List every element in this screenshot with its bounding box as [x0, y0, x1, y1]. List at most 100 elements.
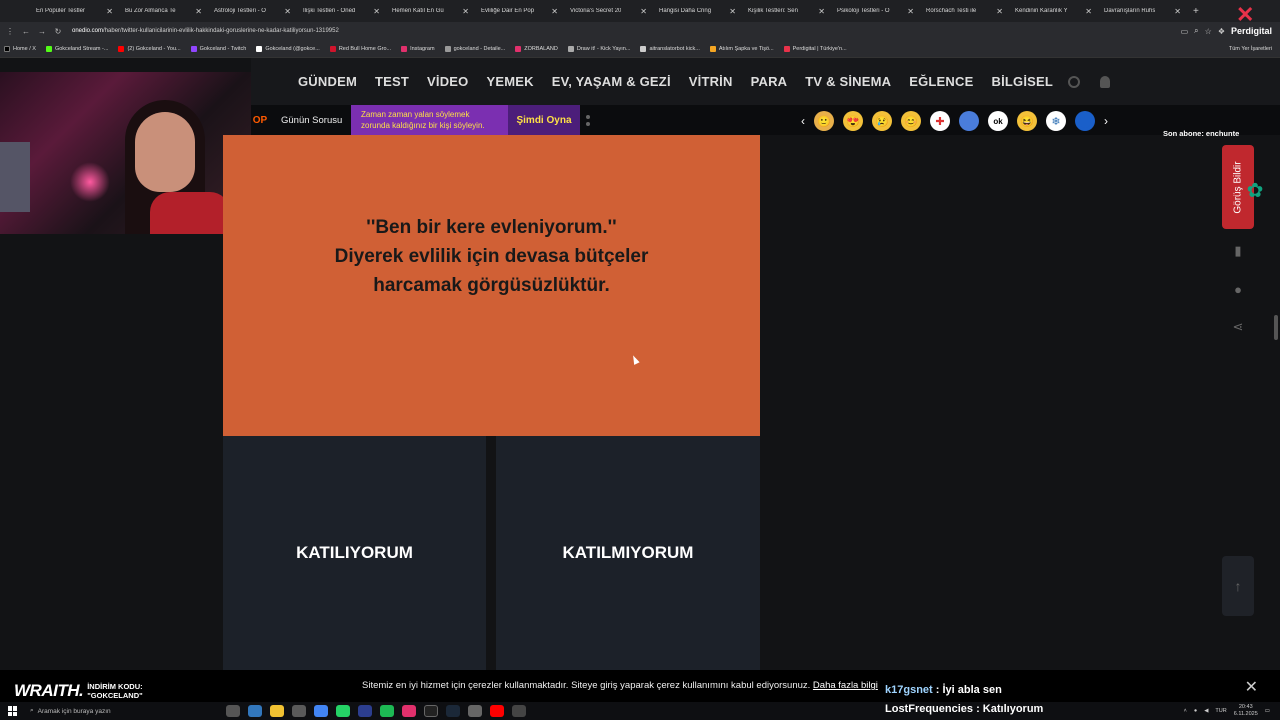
reaction-icon[interactable]: 😊 [901, 111, 921, 131]
reaction-icon[interactable]: 😢 [872, 111, 892, 131]
bookmark[interactable]: Atılım Şapka ve Tişö... [709, 45, 774, 52]
apps-icon[interactable]: ⋮ [4, 27, 16, 36]
bookmark-icon[interactable]: ▮ [1222, 235, 1254, 267]
browser-tab[interactable]: Kişilik Testleri: Sen ✕ [742, 0, 831, 22]
bookmark[interactable]: Perdigital | Türkiye'n... [783, 45, 847, 52]
close-icon[interactable]: ✕ [907, 7, 914, 16]
reaction-icon[interactable]: 😆 [1017, 111, 1037, 131]
chatgpt-icon[interactable]: ✿ [1242, 178, 1268, 204]
browser-tab[interactable]: Kendinin Karanlık Y ✕ [1009, 0, 1098, 22]
browser-tab[interactable]: Hangisi Daha Cring ✕ [653, 0, 742, 22]
browser-tab[interactable]: Bu Zor Almanca Te ✕ [119, 0, 208, 22]
nav-item-vitrin[interactable]: VİTRİN [689, 74, 733, 89]
close-icon[interactable]: ✕ [1174, 7, 1181, 16]
back-icon[interactable]: ← [20, 27, 32, 36]
close-icon[interactable]: ✕ [996, 7, 1003, 16]
quiz-question[interactable]: Zaman zaman yalan söylemek zorunda kaldı… [351, 105, 508, 135]
app-icon[interactable] [292, 705, 306, 717]
close-icon[interactable]: ✕ [1245, 677, 1258, 697]
app-icon[interactable] [248, 705, 262, 717]
chevron-up-icon[interactable]: ˄ [1184, 708, 1187, 714]
comments-icon[interactable]: ● [1222, 273, 1254, 305]
browser-tab[interactable]: İlişki Testleri - Oned ✕ [297, 0, 386, 22]
browser-tab[interactable]: Psikoloji Testleri - O ✕ [831, 0, 920, 22]
user-icon[interactable] [1100, 75, 1110, 88]
notification-icon[interactable]: ▭ [1265, 708, 1270, 714]
carousel-dots[interactable] [586, 114, 590, 126]
reaction-icon[interactable]: 😍 [843, 111, 863, 131]
url-field[interactable]: onedio.com/haber/twitter-kullanicilarini… [72, 28, 339, 34]
spotify-icon[interactable] [380, 705, 394, 717]
volume-icon[interactable]: ◀ [1204, 708, 1208, 714]
scroll-top-button[interactable]: ↑ [1222, 556, 1254, 616]
clock[interactable]: 20:43 6.11.2025 [1234, 704, 1258, 718]
taskbar-search[interactable]: ⌕ Aramak için buraya yazın [30, 704, 190, 718]
start-icon[interactable] [8, 706, 18, 716]
star-icon[interactable]: ☆ [1205, 27, 1212, 36]
bookmark[interactable]: Gokceland - Twitch [190, 45, 246, 52]
nav-item-gundem[interactable]: GÜNDEM [298, 74, 357, 89]
close-icon[interactable]: ✕ [462, 7, 469, 16]
profile-label[interactable]: Perdigital [1231, 26, 1272, 36]
scrollbar[interactable] [1274, 315, 1278, 340]
close-icon[interactable]: ✕ [106, 7, 113, 16]
nav-item-para[interactable]: PARA [751, 74, 788, 89]
reaction-icon[interactable]: ok [988, 111, 1008, 131]
mic-icon[interactable]: ● [1194, 708, 1197, 714]
browser-tab[interactable]: Evliliğe Dair En Pop ✕ [475, 0, 564, 22]
nav-item-eglence[interactable]: EĞLENCE [909, 74, 973, 89]
nav-item-bilgisel[interactable]: BİLGİSEL [991, 74, 1053, 89]
close-icon[interactable]: ✕ [373, 7, 380, 16]
bookmark[interactable]: gokceland - Detaile... [444, 45, 505, 52]
close-icon[interactable]: ✕ [1085, 7, 1092, 16]
bookmark[interactable]: Red Bull Home Gro... [329, 45, 391, 52]
close-icon[interactable]: ✕ [818, 7, 825, 16]
nav-item-tv-sinema[interactable]: TV & SİNEMA [805, 74, 891, 89]
chevron-left-icon[interactable]: ‹ [801, 114, 805, 128]
instagram-icon[interactable] [402, 705, 416, 717]
tiktok-icon[interactable] [424, 705, 438, 717]
bookmark[interactable]: Instagram [401, 45, 435, 52]
bookmark[interactable]: Home / X [4, 45, 36, 52]
photoshop-icon[interactable] [358, 705, 372, 717]
app-icon[interactable] [468, 705, 482, 717]
steam-icon[interactable] [446, 705, 460, 717]
zoom-icon[interactable]: ⌕ [1194, 26, 1198, 36]
nav-item-video[interactable]: VİDEO [427, 74, 468, 89]
browser-tab[interactable]: Hemen Katıl En Gü ✕ [386, 0, 475, 22]
browser-tab[interactable]: Rorschach Testi ile ✕ [920, 0, 1009, 22]
close-icon[interactable]: ✕ [195, 7, 202, 16]
task-view-icon[interactable] [226, 705, 240, 717]
reaction-icon[interactable]: ✚ [930, 111, 950, 131]
reaction-icon[interactable]: ❄ [1046, 111, 1066, 131]
chrome-icon[interactable] [314, 705, 328, 717]
reload-icon[interactable]: ↻ [52, 27, 64, 36]
close-icon[interactable]: ✕ [640, 7, 647, 16]
reaction-icon[interactable]: ⬤ [1075, 111, 1095, 131]
nav-item-yemek[interactable]: YEMEK [486, 74, 533, 89]
youtube-icon[interactable] [490, 705, 504, 717]
browser-tab[interactable]: En Popüler Testler ✕ [30, 0, 119, 22]
cookie-more-link[interactable]: Daha fazla bilgi [813, 680, 878, 691]
play-now-button[interactable]: Şimdi Oyna [508, 105, 580, 135]
disagree-button[interactable]: KATILMIYORUM [496, 436, 760, 670]
folder-icon[interactable] [270, 705, 284, 717]
bookmark[interactable]: Draw it! - Kick Yayın... [567, 45, 630, 52]
bookmark[interactable]: aitranslatorbot kick... [640, 45, 700, 52]
share-icon[interactable]: ⋖ [1222, 311, 1254, 343]
bookmark[interactable]: Gokceland Stream -... [45, 45, 108, 52]
whatsapp-icon[interactable] [336, 705, 350, 717]
reaction-icon[interactable]: ⬤ [959, 111, 979, 131]
browser-tab[interactable]: Astroloji Testleri - O ✕ [208, 0, 297, 22]
new-tab-icon[interactable]: + [1193, 6, 1199, 17]
language-indicator[interactable]: TUR [1215, 708, 1226, 714]
bookmark[interactable]: Gokceland (@gokce... [256, 45, 320, 52]
all-bookmarks[interactable]: Tüm Yer İşaretleri [1229, 46, 1272, 52]
forward-icon[interactable]: → [36, 27, 48, 36]
close-icon[interactable]: ✕ [284, 7, 291, 16]
agree-button[interactable]: KATILIYORUM [223, 436, 486, 670]
nav-item-test[interactable]: TEST [375, 74, 409, 89]
nav-item-ev-yasam-gezi[interactable]: EV, YAŞAM & GEZİ [552, 74, 671, 89]
obs-icon[interactable] [512, 705, 526, 717]
screen-icon[interactable]: ▭ [1181, 27, 1189, 36]
